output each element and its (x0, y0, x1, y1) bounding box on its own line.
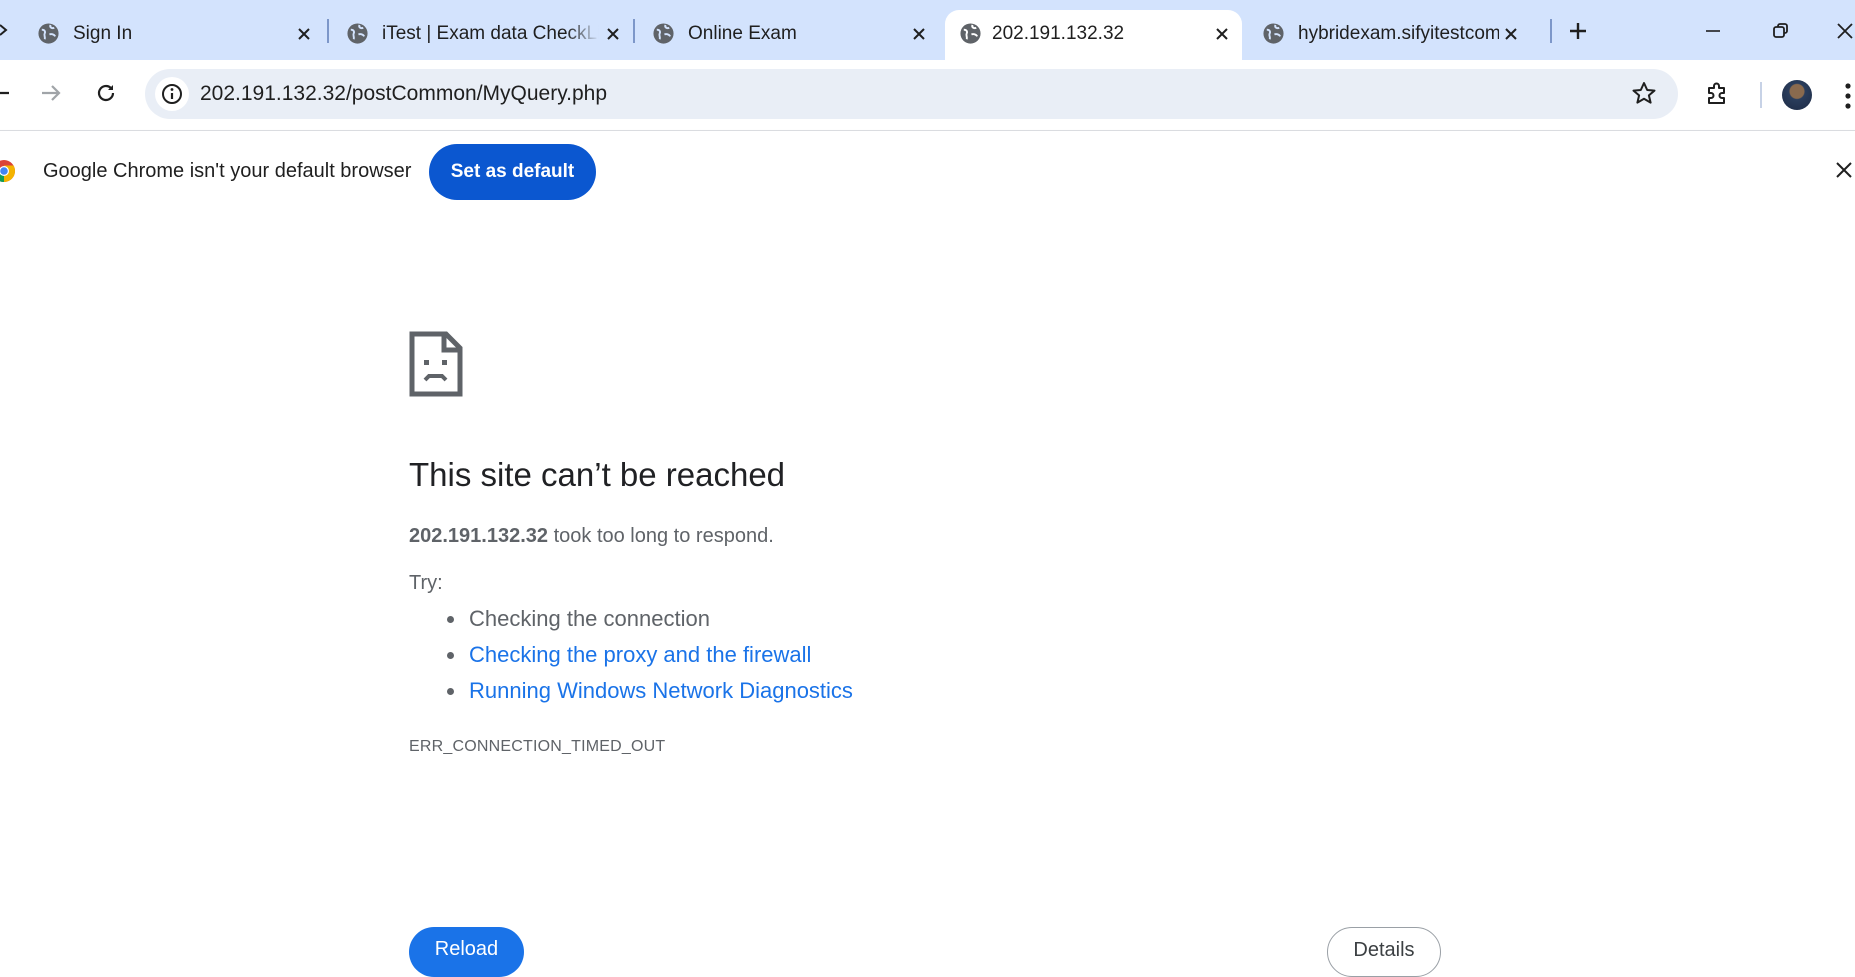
tab-title: Online Exam (688, 23, 797, 44)
site-info-button[interactable] (155, 77, 189, 111)
reload-toolbar-button[interactable] (88, 75, 124, 111)
close-window-button[interactable] (1836, 16, 1855, 46)
restore-icon (1773, 23, 1788, 38)
back-button[interactable] (0, 75, 18, 111)
infobar-close-button[interactable] (1833, 159, 1855, 181)
suggestion-check-connection: Checking the connection (409, 604, 853, 640)
default-browser-infobar: Google Chrome isn't your default browser… (0, 130, 1855, 210)
toolbar-divider (1760, 82, 1762, 108)
suggestion-proxy-firewall-link[interactable]: Checking the proxy and the firewall (409, 640, 853, 676)
tab-itest-exam-data[interactable]: iTest | Exam data CheckList (309, 10, 643, 60)
error-host: 202.191.132.32 (409, 525, 549, 547)
profile-avatar[interactable] (1782, 80, 1812, 110)
tab-title: iTest | Exam data CheckList (382, 23, 599, 44)
info-icon (162, 84, 182, 104)
close-icon (1836, 162, 1852, 178)
globe-icon (653, 23, 674, 44)
reload-button[interactable]: Reload (409, 927, 524, 977)
kebab-menu-icon (1845, 83, 1851, 109)
error-code: ERR_CONNECTION_TIMED_OUT (409, 738, 666, 755)
sad-page-icon (409, 331, 463, 397)
minimize-window-button[interactable] (1698, 16, 1728, 46)
tab-202-191-132-32-active[interactable]: 202.191.132.32 (945, 10, 1242, 60)
chrome-logo-icon (0, 160, 15, 182)
close-icon (1837, 23, 1853, 39)
reload-icon (97, 84, 115, 102)
tab-online-exam[interactable]: Online Exam (615, 10, 949, 60)
bookmark-star-button[interactable] (1630, 80, 1658, 108)
forward-arrow-icon (42, 85, 61, 101)
url-text[interactable]: 202.191.132.32/postCommon/MyQuery.php (200, 82, 607, 106)
set-as-default-button[interactable]: Set as default (429, 144, 596, 200)
tab-strip: Sign In iTest | Exam data CheckList Onli… (0, 0, 1855, 60)
tab-separator (1550, 19, 1552, 43)
error-page: This site can’t be reached 202.191.132.3… (0, 210, 1855, 977)
tab-title: hybridexam.sifyitestcom (1298, 23, 1499, 44)
error-heading: This site can’t be reached (409, 456, 786, 493)
infobar-message: Google Chrome isn't your default browser (43, 160, 412, 182)
globe-icon (347, 23, 368, 44)
browser-toolbar: 202.191.132.32/postCommon/MyQuery.php (0, 60, 1855, 130)
error-summary: 202.191.132.32 took too long to respond. (409, 523, 774, 549)
back-arrow-icon (0, 91, 9, 95)
globe-icon (960, 23, 981, 44)
address-bar[interactable]: 202.191.132.32/postCommon/MyQuery.php (145, 69, 1678, 119)
globe-icon (38, 23, 59, 44)
forward-button[interactable] (33, 75, 69, 111)
details-button[interactable]: Details (1327, 927, 1441, 977)
more-menu-button[interactable] (1842, 82, 1855, 110)
puzzle-piece-icon (1708, 82, 1725, 104)
new-tab-button[interactable] (1563, 16, 1593, 46)
tab-sign-in[interactable]: Sign In (0, 10, 334, 60)
minimize-icon (1706, 30, 1720, 32)
suggestion-network-diagnostics-link[interactable]: Running Windows Network Diagnostics (409, 676, 853, 712)
extensions-button[interactable] (1700, 75, 1736, 111)
close-tab-icon[interactable] (909, 24, 929, 44)
star-icon (1632, 82, 1656, 104)
tab-hybridexam[interactable]: hybridexam.sifyitestcom (1227, 10, 1543, 60)
plus-icon (1570, 23, 1586, 39)
error-summary-text: took too long to respond. (548, 525, 774, 547)
tab-title: Sign In (73, 23, 133, 44)
tab-title: 202.191.132.32 (992, 23, 1125, 44)
restore-window-button[interactable] (1766, 16, 1796, 46)
suggestions-list: Checking the connection Checking the pro… (409, 604, 853, 712)
close-tab-icon[interactable] (1501, 24, 1521, 44)
try-label: Try: (409, 572, 443, 594)
globe-icon (1263, 23, 1284, 44)
